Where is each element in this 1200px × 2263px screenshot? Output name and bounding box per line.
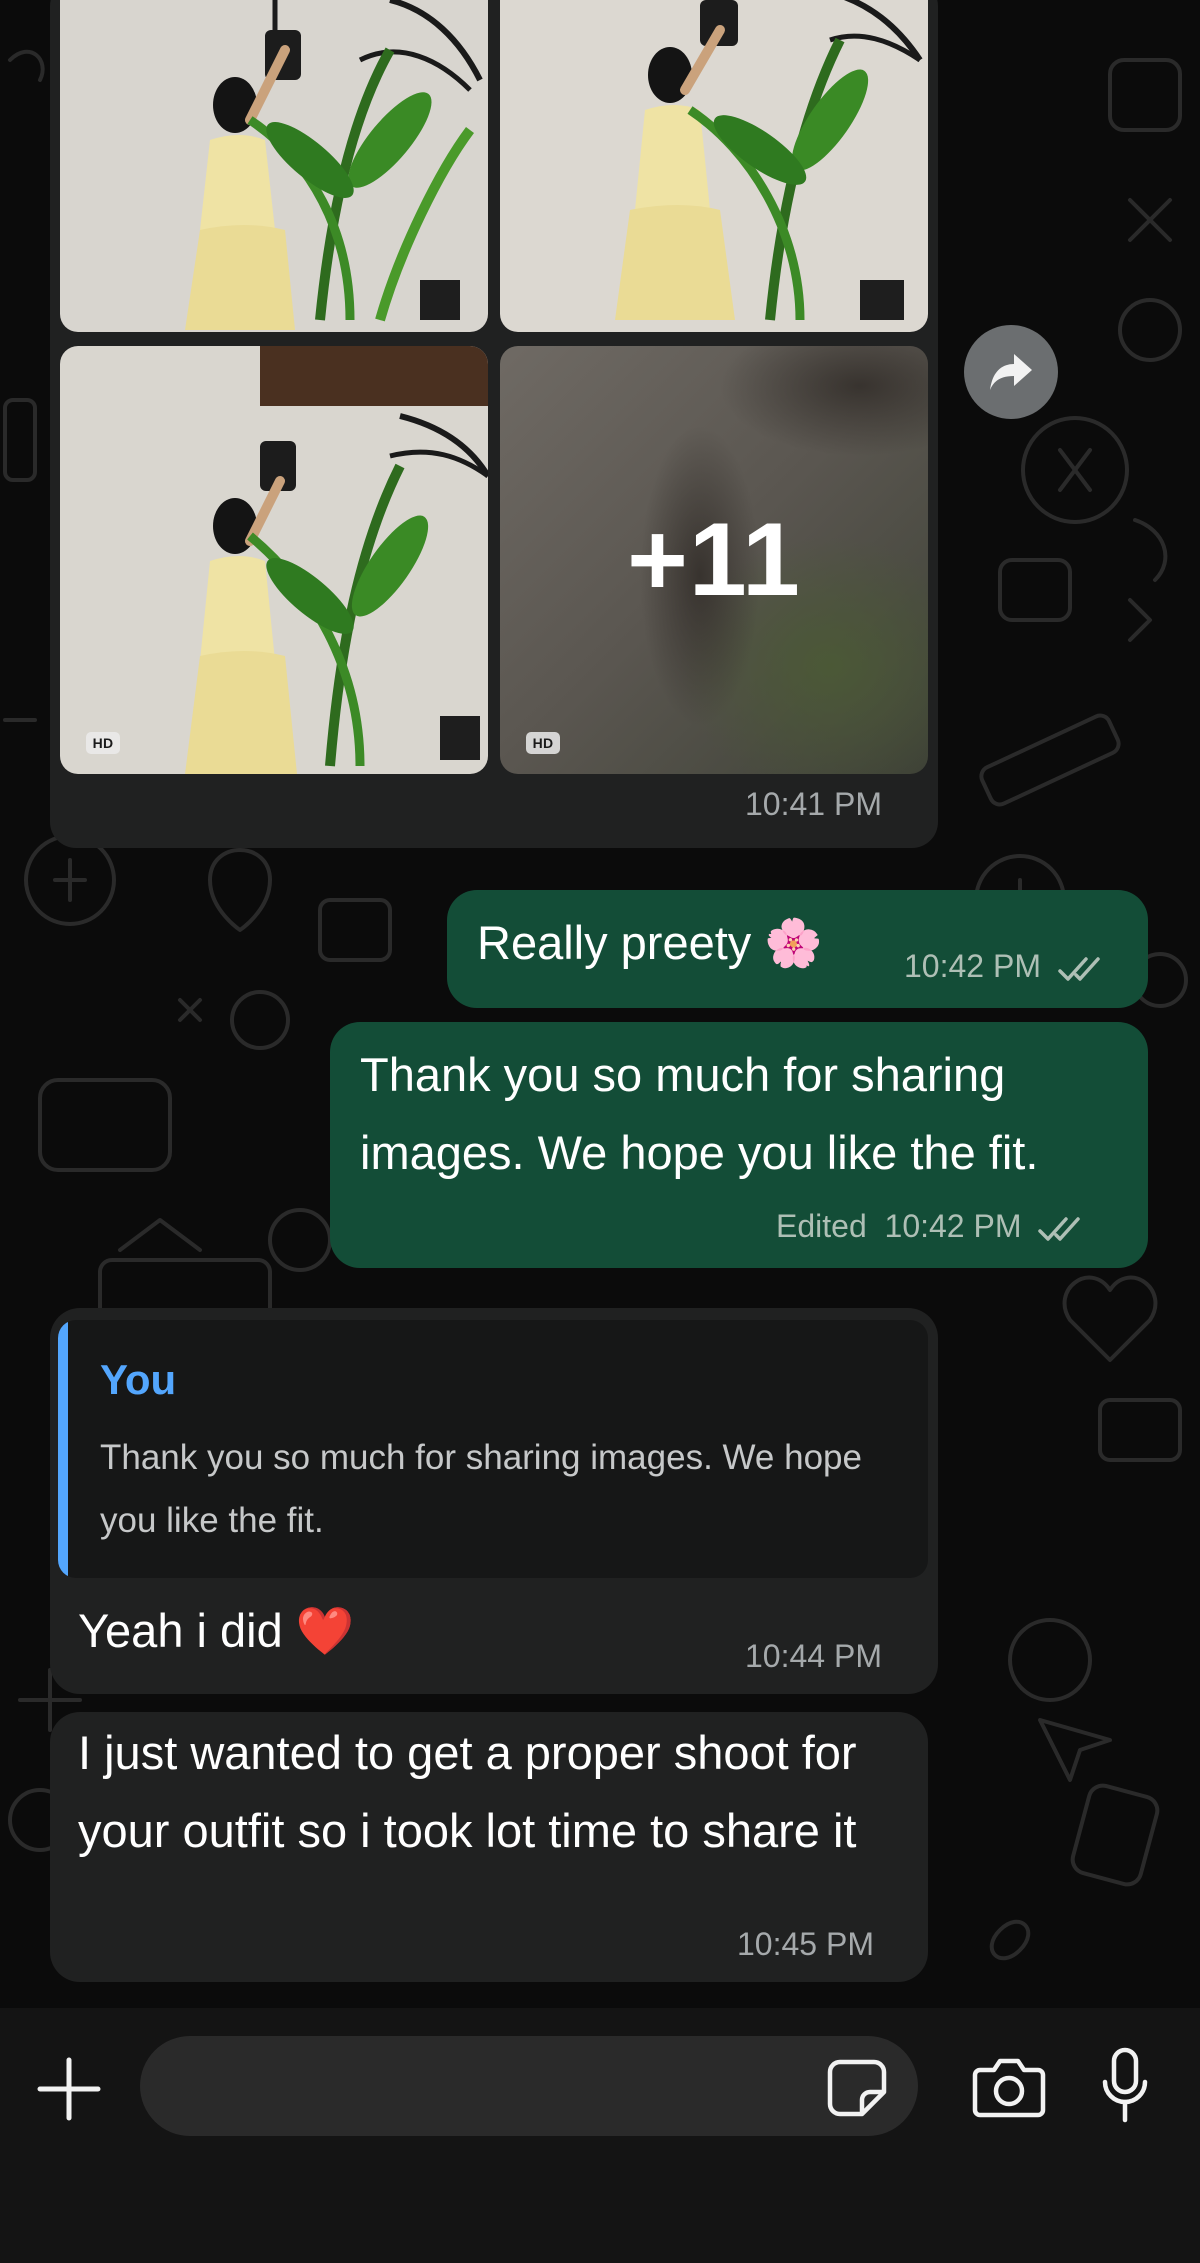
hd-badge: HD (86, 732, 120, 754)
message-time: 10:41 PM (745, 786, 882, 822)
edited-label: Edited (776, 1208, 867, 1244)
outgoing-message[interactable]: Really preety 🌸 10:42 PM (447, 890, 1148, 1008)
camera-icon (972, 2058, 1046, 2118)
double-check-icon (1038, 1216, 1081, 1241)
reply-quote[interactable]: You Thank you so much for sharing images… (58, 1320, 928, 1578)
message-time: 10:42 PM (904, 948, 1104, 985)
message-time: 10:44 PM (745, 1638, 882, 1674)
hd-badge: HD (526, 732, 560, 754)
microphone-icon (1102, 2047, 1148, 2123)
message-text: I just wanted to get a proper shoot for … (78, 1726, 857, 1857)
camera-button[interactable] (972, 2056, 1046, 2118)
quote-text: Thank you so much for sharing images. We… (100, 1438, 862, 1540)
outgoing-message[interactable]: Thank you so much for sharing images. We… (330, 1022, 1148, 1268)
incoming-message[interactable]: I just wanted to get a proper shoot for … (50, 1712, 928, 1982)
more-photos-count: +11 (627, 501, 801, 618)
forward-icon (990, 354, 1032, 390)
photo-thumbnail[interactable]: HD (60, 346, 488, 774)
message-time: 10:45 PM (737, 1926, 874, 1962)
message-text: Yeah i did ❤️ (78, 1604, 355, 1657)
message-input[interactable] (140, 2036, 918, 2136)
message-text: Really preety 🌸 (477, 916, 823, 969)
photo-thumbnail[interactable] (500, 0, 928, 332)
photo-thumbnail[interactable] (60, 0, 488, 332)
voice-message-button[interactable] (1100, 2046, 1150, 2126)
message-text: Thank you so much for sharing images. We… (360, 1048, 1039, 1179)
attach-button[interactable] (36, 2056, 102, 2122)
double-check-icon (1058, 956, 1100, 981)
more-photos-thumbnail[interactable]: +11 HD (500, 346, 928, 774)
plus-icon (37, 2057, 101, 2121)
sticker-button[interactable] (826, 2058, 888, 2118)
image-group-bubble[interactable]: HD +11 HD 10:41 PM (50, 0, 938, 848)
message-time: 10:42 PM (884, 1208, 1022, 1244)
message-meta: Edited 10:42 PM (776, 1208, 1084, 1245)
sticker-icon (827, 2059, 887, 2117)
quote-author: You (100, 1356, 177, 1403)
quote-accent-bar (58, 1320, 68, 1578)
forward-button[interactable] (964, 325, 1058, 419)
